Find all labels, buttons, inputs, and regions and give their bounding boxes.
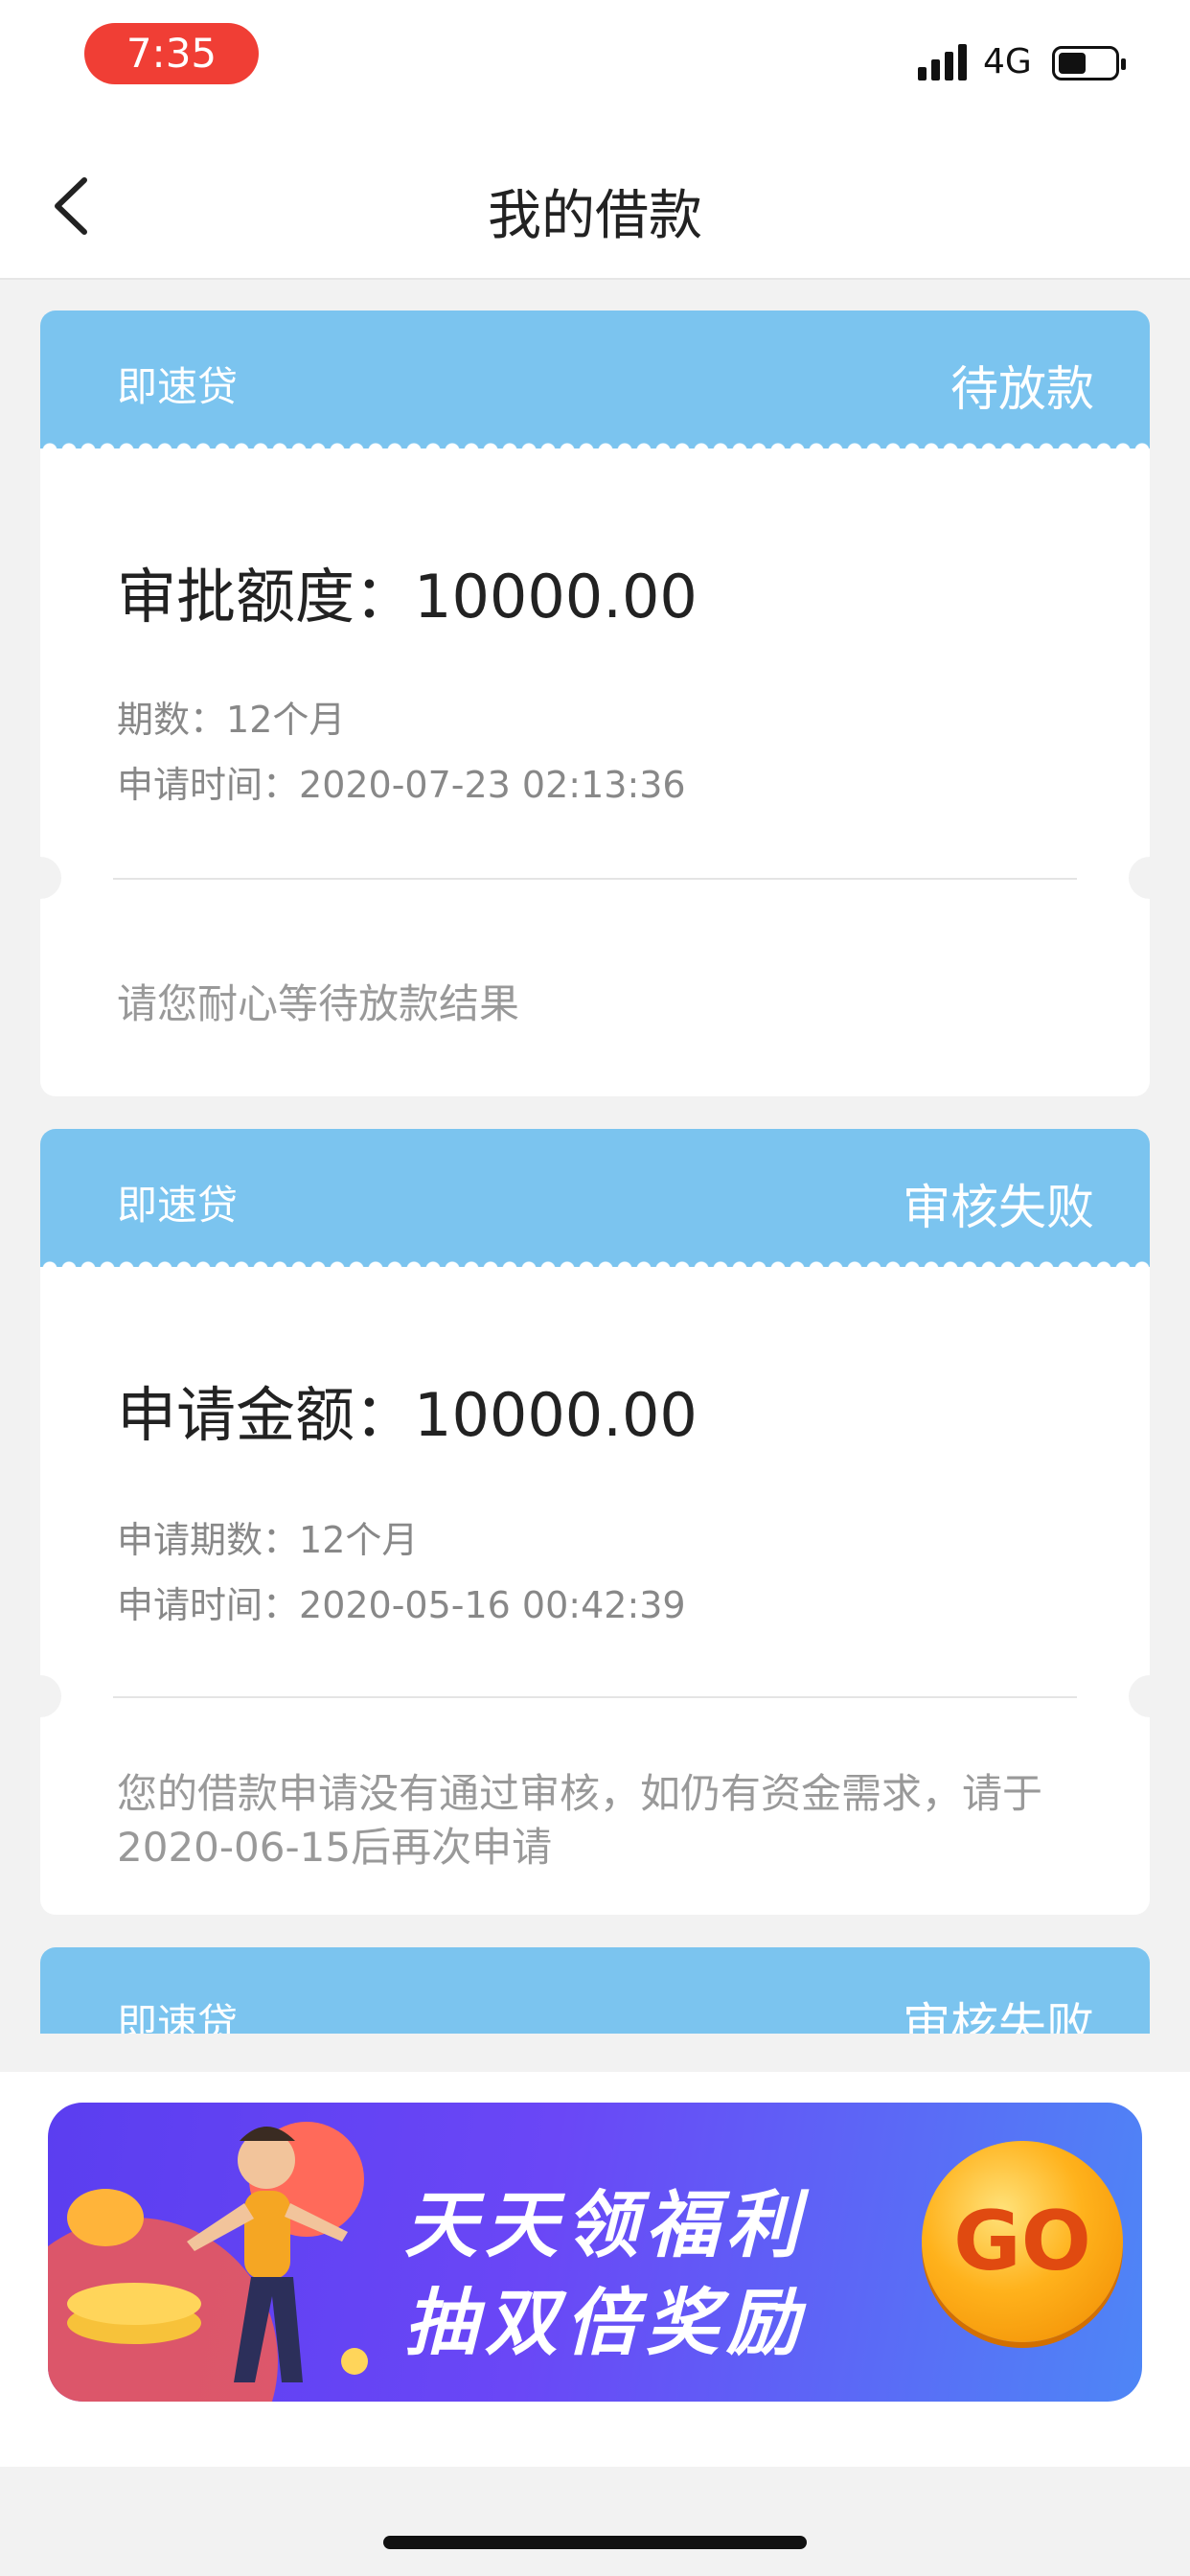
amount-line: 申请金额：10000.00 xyxy=(117,1367,698,1453)
card-header: 即速贷 待放款 xyxy=(40,310,1150,450)
status-time: 7:35 xyxy=(84,23,259,84)
loan-card[interactable]: 即速贷 待放款 审批额度：10000.00 期数：12个月 申请时间：2020-… xyxy=(40,310,1150,1096)
term-value: 12个月 xyxy=(299,1519,419,1561)
time-line: 申请时间：2020-05-16 00:42:39 xyxy=(117,1576,686,1628)
time-line: 申请时间：2020-07-23 02:13:36 xyxy=(117,755,686,808)
status-message: 您的借款申请没有通过审核，如仍有资金需求，请于2020-06-15后再次申请 xyxy=(117,1770,1043,1871)
loan-status: 审核失败 xyxy=(903,1180,1094,1235)
amount-label: 申请金额： xyxy=(117,1380,415,1450)
ticket-notch xyxy=(1129,857,1150,899)
promo-line-1: 天天领福利 xyxy=(404,2182,807,2267)
battery-icon xyxy=(1052,46,1126,80)
amount-value: 10000.00 xyxy=(414,562,698,632)
term-label: 申请期数： xyxy=(117,1519,300,1561)
loan-card[interactable]: 即速贷 审核失败 申请金额：10000.00 申请期数：12个月 申请时间：20… xyxy=(40,1129,1150,1915)
term-value: 12个月 xyxy=(226,699,346,741)
time-label: 申请时间： xyxy=(117,1584,300,1626)
ticket-notch xyxy=(1129,1675,1150,1717)
term-label: 期数： xyxy=(117,699,227,741)
product-name: 即速贷 xyxy=(117,363,239,410)
term-line: 期数：12个月 xyxy=(117,690,345,743)
amount-value: 10000.00 xyxy=(414,1380,698,1450)
card-header: 即速贷 审核失败 xyxy=(40,1947,1150,2043)
promo-line-2: 抽双倍奖励 xyxy=(404,2280,807,2365)
loan-card[interactable]: 即速贷 审核失败 xyxy=(40,1947,1150,2043)
product-name: 即速贷 xyxy=(117,1182,239,1229)
divider xyxy=(113,1696,1077,1698)
term-line: 申请期数：12个月 xyxy=(117,1510,418,1563)
time-value: 2020-05-16 00:42:39 xyxy=(299,1584,686,1626)
list-clip xyxy=(0,2034,1190,2072)
banner-section: 天天领福利 抽双倍奖励 GO xyxy=(0,2072,1190,2467)
divider xyxy=(113,878,1077,880)
home-indicator[interactable] xyxy=(383,2536,807,2549)
person-illustration xyxy=(67,2127,368,2382)
time-label: 申请时间： xyxy=(117,764,300,806)
status-bar: 7:35 4G xyxy=(0,0,1190,134)
scallop-edge xyxy=(40,435,1150,450)
network-label: 4G xyxy=(983,42,1032,81)
go-button[interactable]: GO xyxy=(922,2141,1123,2342)
amount-line: 审批额度：10000.00 xyxy=(117,548,698,634)
page-title: 我的借款 xyxy=(488,185,702,247)
loan-status: 待放款 xyxy=(950,361,1094,417)
signal-icon xyxy=(918,44,968,80)
scallop-edge xyxy=(40,1254,1150,1269)
status-message: 请您耐心等待放款结果 xyxy=(117,980,520,1027)
card-header: 即速贷 审核失败 xyxy=(40,1129,1150,1269)
ticket-notch xyxy=(40,857,61,899)
nav-bar: 我的借款 xyxy=(0,134,1190,280)
promo-banner[interactable]: 天天领福利 抽双倍奖励 GO xyxy=(48,2103,1142,2402)
time-value: 2020-07-23 02:13:36 xyxy=(299,764,686,806)
amount-label: 审批额度： xyxy=(117,562,415,632)
ticket-notch xyxy=(40,1675,61,1717)
